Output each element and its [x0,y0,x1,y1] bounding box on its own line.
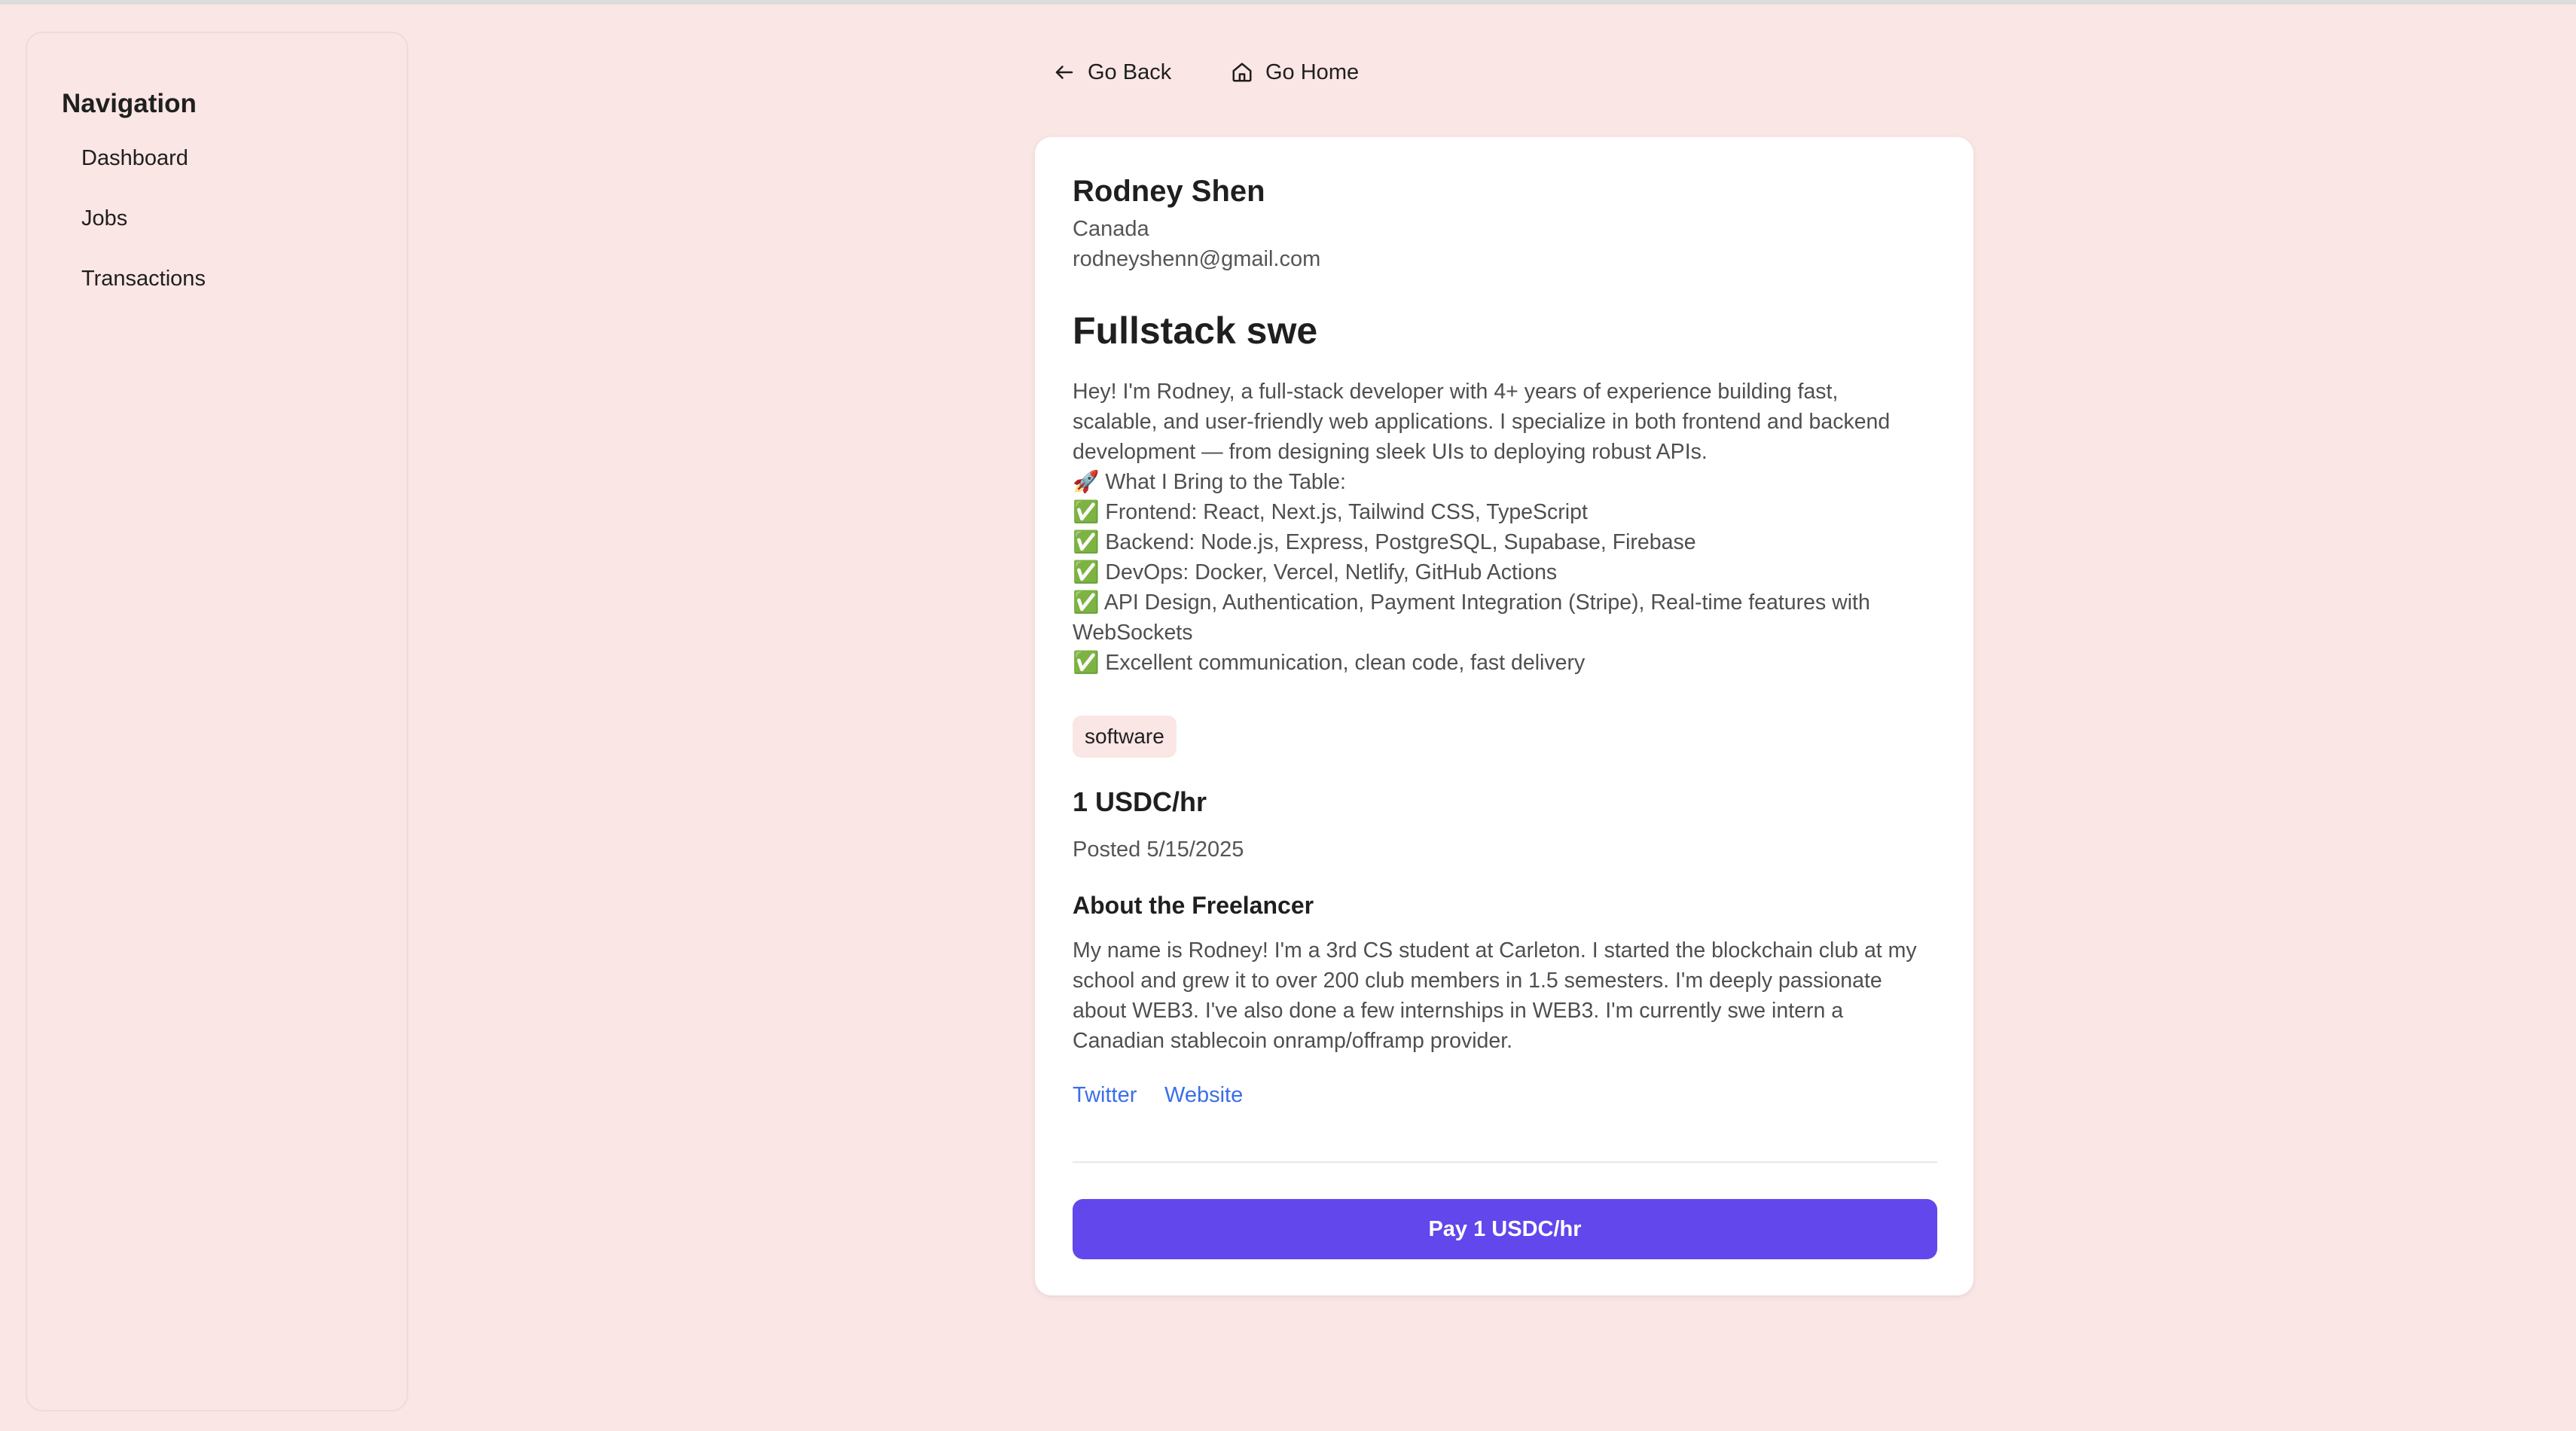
about-line: school and grew it to over 200 club memb… [1073,969,1882,993]
about-line: about WEB3. I've also done a few interns… [1073,999,1844,1023]
description-line: WebSockets [1073,621,1193,645]
description-line: 🚀 What I Bring to the Table: [1073,470,1346,494]
description-line: Hey! I'm Rodney, a full-stack developer … [1073,380,1839,404]
hourly-rate: 1 USDC/hr [1073,786,1207,817]
sidebar-item-transactions[interactable]: Transactions [81,267,206,291]
about-line: Canadian stablecoin onramp/offramp provi… [1073,1029,1513,1053]
job-detail-card: Rodney Shen Canada rodneyshenn@gmail.com… [1035,137,1973,1295]
divider [1073,1161,1937,1163]
job-title: Fullstack swe [1073,310,1318,352]
go-back-link[interactable]: Go Back [1053,57,1171,87]
app-viewport: Navigation Dashboard Jobs Transactions G… [0,0,2576,1431]
about-line: My name is Rodney! I'm a 3rd CS student … [1073,938,1917,963]
freelancer-name: Rodney Shen [1073,175,1265,208]
about-freelancer-heading: About the Freelancer [1073,892,1314,919]
arrow-left-icon [1055,66,1073,79]
go-home-label: Go Home [1265,59,1360,84]
posted-date: Posted 5/15/2025 [1073,838,1244,862]
pay-button[interactable]: Pay 1 USDC/hr [1073,1199,1937,1259]
description-line: development — from designing sleek UIs t… [1073,440,1708,464]
description-line: ✅ Backend: Node.js, Express, PostgreSQL,… [1073,530,1696,554]
about-freelancer-text: My name is Rodney! I'm a 3rd CS student … [1073,935,1946,1056]
sidebar: Navigation Dashboard Jobs Transactions [26,32,408,1411]
home-icon [1232,63,1252,82]
description-line: ✅ API Design, Authentication, Payment In… [1073,590,1870,615]
go-back-label: Go Back [1088,59,1172,84]
job-description: Hey! I'm Rodney, a full-stack developer … [1073,377,1946,678]
sidebar-item-dashboard[interactable]: Dashboard [81,146,188,171]
description-line: scalable, and user-friendly web applicat… [1073,410,1891,434]
website-link[interactable]: Website [1164,1083,1243,1108]
freelancer-country: Canada [1073,217,1149,241]
description-line: ✅ Excellent communication, clean code, f… [1073,651,1586,675]
twitter-link[interactable]: Twitter [1073,1083,1137,1108]
description-line: ✅ DevOps: Docker, Vercel, Netlify, GitHu… [1073,560,1558,584]
category-tag: software [1073,716,1177,758]
go-home-link[interactable]: Go Home [1231,57,1359,87]
sidebar-title: Navigation [62,89,197,118]
description-line: ✅ Frontend: React, Next.js, Tailwind CSS… [1073,500,1588,524]
freelancer-email: rodneyshenn@gmail.com [1073,247,1321,271]
sidebar-item-jobs[interactable]: Jobs [81,206,127,231]
